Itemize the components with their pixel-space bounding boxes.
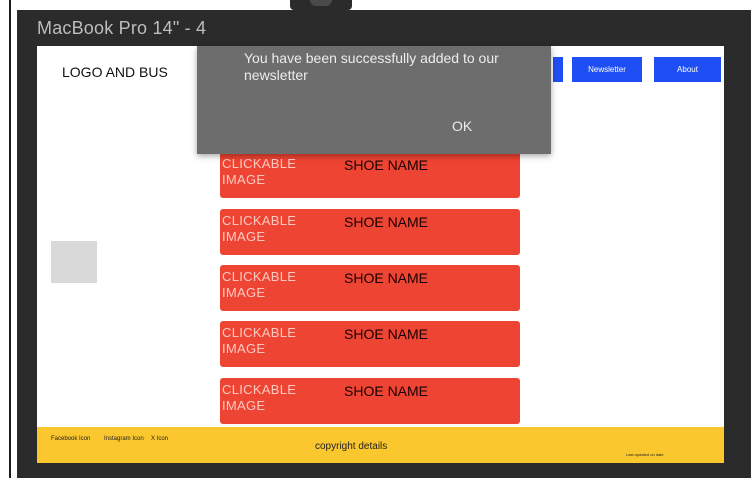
product-card[interactable]: CLICKABLE IMAGE SHOE NAME — [220, 378, 520, 424]
product-name: SHOE NAME — [344, 326, 429, 342]
x-icon[interactable]: X Icon — [151, 436, 181, 443]
toast-message: You have been successfully added to our … — [244, 50, 499, 83]
logo-text: LOGO AND BUS — [62, 64, 168, 80]
product-name: SHOE NAME — [344, 270, 429, 286]
product-image-label[interactable]: CLICKABLE IMAGE — [222, 156, 334, 188]
nav-button-newsletter[interactable]: Newsletter — [572, 57, 642, 82]
product-card[interactable]: CLICKABLE IMAGE SHOE NAME — [220, 321, 520, 367]
product-image-label[interactable]: CLICKABLE IMAGE — [222, 213, 334, 245]
product-image-label[interactable]: CLICKABLE IMAGE — [222, 382, 334, 414]
footer-extra-text: Last updated on date — [626, 452, 664, 457]
frame-title: MacBook Pro 14" - 4 — [37, 18, 207, 38]
canvas: MacBook Pro 14" - 4 LOGO AND BUS Newslet… — [0, 0, 751, 478]
newsletter-toast: You have been successfully added to our … — [197, 46, 551, 154]
nav-button-about[interactable]: About — [654, 57, 721, 82]
product-name: SHOE NAME — [344, 157, 429, 173]
frame-notch-icon — [310, 0, 332, 6]
product-image-label[interactable]: CLICKABLE IMAGE — [222, 325, 334, 357]
placeholder-image — [51, 241, 97, 283]
product-card[interactable]: CLICKABLE IMAGE SHOE NAME — [220, 152, 520, 198]
product-card[interactable]: CLICKABLE IMAGE SHOE NAME — [220, 209, 520, 255]
instagram-icon[interactable]: Instagram Icon — [104, 436, 144, 443]
nav-button-hidden[interactable] — [553, 57, 563, 82]
product-image-label[interactable]: CLICKABLE IMAGE — [222, 269, 334, 301]
toast-ok-button[interactable]: OK — [452, 118, 472, 134]
facebook-icon[interactable]: Facebook Icon — [51, 436, 91, 443]
product-card[interactable]: CLICKABLE IMAGE SHOE NAME — [220, 265, 520, 311]
left-divider — [9, 0, 11, 478]
product-name: SHOE NAME — [344, 383, 429, 399]
product-name: SHOE NAME — [344, 214, 429, 230]
copyright-text: copyright details — [315, 441, 388, 452]
